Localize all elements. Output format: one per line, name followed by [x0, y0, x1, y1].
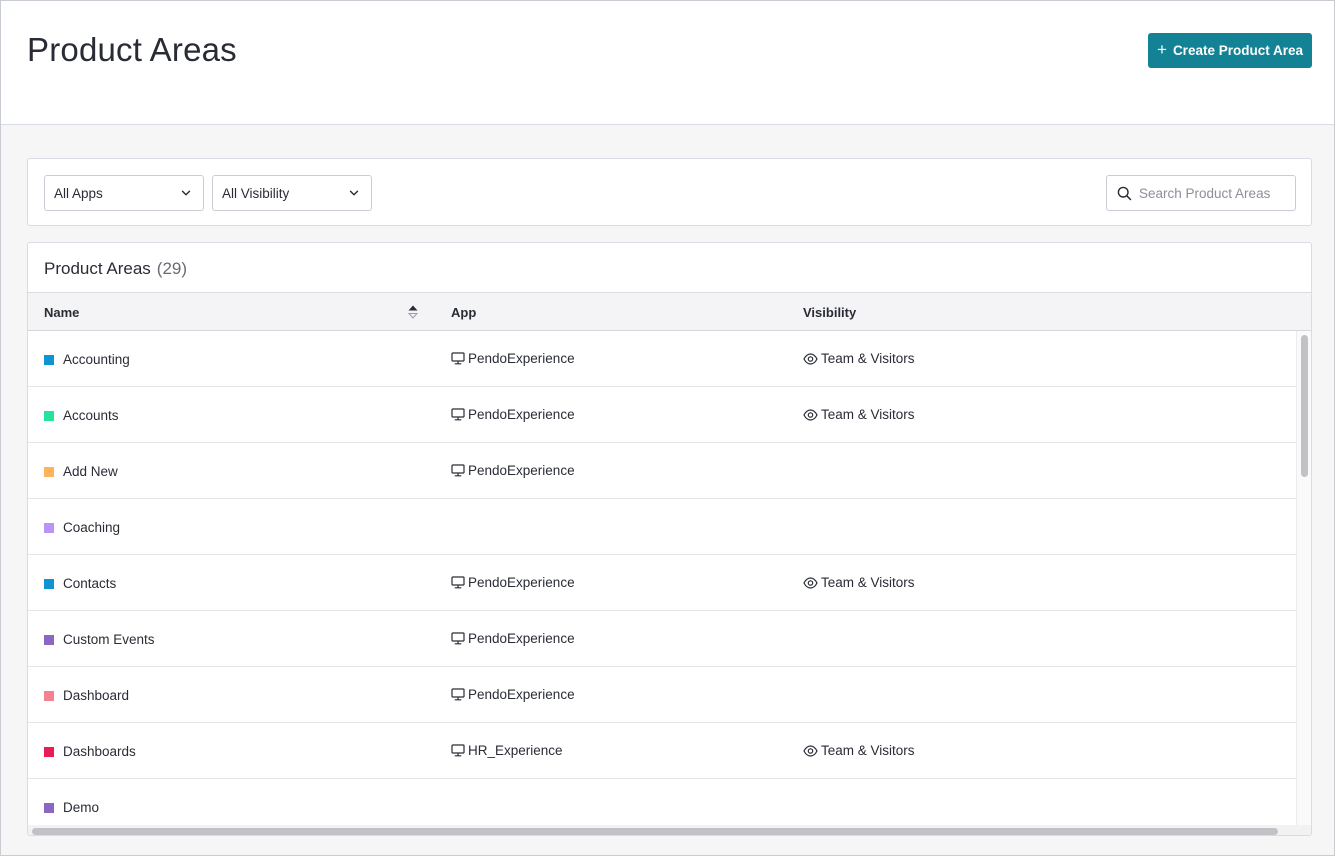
cell-app: PendoExperience	[451, 631, 575, 646]
search-input[interactable]	[1139, 176, 1291, 210]
cell-app: PendoExperience	[451, 687, 575, 702]
plus-icon: +	[1157, 40, 1167, 59]
app-name: PendoExperience	[468, 687, 575, 702]
table-row[interactable]: Demo	[28, 779, 1296, 825]
table-row[interactable]: Add New PendoExperience	[28, 443, 1296, 499]
product-area-name[interactable]: Demo	[63, 800, 99, 815]
monitor-icon	[451, 352, 465, 365]
eye-icon	[803, 744, 818, 757]
table-title-text: Product Areas	[44, 259, 151, 278]
app-frame: Product Areas + Create Product Area All …	[0, 0, 1335, 856]
chevron-down-icon	[349, 190, 359, 196]
cell-name: Dashboards	[44, 744, 136, 759]
cell-name: Coaching	[44, 520, 120, 535]
column-header-visibility[interactable]: Visibility	[803, 305, 856, 320]
cell-app: HR_Experience	[451, 743, 563, 758]
cell-visibility: Team & Visitors	[803, 407, 915, 422]
monitor-icon	[451, 464, 465, 477]
app-filter-value: All Apps	[54, 185, 103, 201]
cell-visibility: Team & Visitors	[803, 351, 915, 366]
column-header-app[interactable]: App	[451, 305, 476, 320]
color-swatch	[44, 466, 54, 477]
search-box	[1106, 175, 1296, 211]
color-swatch	[44, 746, 54, 757]
cell-name: Accounts	[44, 408, 119, 423]
visibility-value: Team & Visitors	[821, 575, 915, 590]
app-name: PendoExperience	[468, 575, 575, 590]
table-header: Name App Visibility	[28, 292, 1311, 331]
table-title: Product Areas (29)	[44, 259, 187, 279]
monitor-icon	[451, 408, 465, 421]
table-row[interactable]: Accounting PendoExperience Team & Visitors	[28, 331, 1296, 387]
monitor-icon	[451, 576, 465, 589]
cell-name: Accounting	[44, 352, 130, 367]
product-area-name[interactable]: Contacts	[63, 576, 116, 591]
search-icon	[1117, 186, 1132, 201]
eye-icon	[803, 352, 818, 365]
horizontal-scrollbar[interactable]	[28, 825, 1311, 835]
table-row[interactable]: Coaching	[28, 499, 1296, 555]
app-filter-dropdown[interactable]: All Apps	[44, 175, 204, 211]
create-product-area-label: Create Product Area	[1172, 43, 1303, 58]
cell-visibility: Team & Visitors	[803, 575, 915, 590]
cell-visibility: Team & Visitors	[803, 743, 915, 758]
app-name: HR_Experience	[468, 743, 563, 758]
table-row[interactable]: Accounts PendoExperience Team & Visitors	[28, 387, 1296, 443]
visibility-filter-dropdown[interactable]: All Visibility	[212, 175, 372, 211]
color-swatch	[44, 802, 54, 813]
product-area-name[interactable]: Dashboard	[63, 688, 129, 703]
cell-app: PendoExperience	[451, 351, 575, 366]
app-name: PendoExperience	[468, 351, 575, 366]
color-swatch	[44, 634, 54, 645]
app-name: PendoExperience	[468, 407, 575, 422]
create-product-area-button[interactable]: + Create Product Area	[1148, 33, 1312, 68]
eye-icon	[803, 576, 818, 589]
table-row[interactable]: Dashboard PendoExperience	[28, 667, 1296, 723]
app-name: PendoExperience	[468, 463, 575, 478]
filter-bar: All Apps All Visibility	[27, 158, 1312, 226]
color-swatch	[44, 522, 54, 533]
monitor-icon	[451, 688, 465, 701]
visibility-value: Team & Visitors	[821, 407, 915, 422]
cell-name: Custom Events	[44, 632, 155, 647]
table-body: Accounting PendoExperience Team & Visitors…	[28, 331, 1296, 825]
table-count: (29)	[156, 259, 188, 278]
column-header-name[interactable]: Name	[44, 305, 79, 320]
cell-name: Demo	[44, 800, 99, 815]
cell-name: Contacts	[44, 576, 116, 591]
monitor-icon	[451, 744, 465, 757]
visibility-filter-value: All Visibility	[222, 185, 290, 201]
visibility-value: Team & Visitors	[821, 743, 915, 758]
cell-name: Add New	[44, 464, 118, 479]
color-swatch	[44, 410, 54, 421]
product-area-name[interactable]: Coaching	[63, 520, 120, 535]
color-swatch	[44, 578, 54, 589]
horizontal-scrollbar-thumb[interactable]	[32, 828, 1278, 835]
cell-app: PendoExperience	[451, 463, 575, 478]
product-area-name[interactable]: Dashboards	[63, 744, 136, 759]
page-header: Product Areas + Create Product Area	[1, 1, 1334, 125]
cell-name: Dashboard	[44, 688, 129, 703]
vertical-scrollbar[interactable]	[1296, 331, 1311, 825]
product-area-name[interactable]: Accounting	[63, 352, 130, 367]
page-title: Product Areas	[27, 31, 237, 68]
table-row[interactable]: Dashboards HR_Experience Team & Visitors	[28, 723, 1296, 779]
product-area-name[interactable]: Accounts	[63, 408, 119, 423]
product-area-name[interactable]: Add New	[63, 464, 118, 479]
cell-app: PendoExperience	[451, 575, 575, 590]
cell-app: PendoExperience	[451, 407, 575, 422]
eye-icon	[803, 408, 818, 421]
product-areas-table-card: Product Areas (29) Name App Visibility Ac…	[27, 242, 1312, 836]
chevron-down-icon	[181, 190, 191, 196]
vertical-scrollbar-thumb[interactable]	[1301, 335, 1308, 477]
product-area-name[interactable]: Custom Events	[63, 632, 155, 647]
table-row[interactable]: Contacts PendoExperience Team & Visitors	[28, 555, 1296, 611]
color-swatch	[44, 354, 54, 365]
table-row[interactable]: Custom Events PendoExperience	[28, 611, 1296, 667]
color-swatch	[44, 690, 54, 701]
app-name: PendoExperience	[468, 631, 575, 646]
visibility-value: Team & Visitors	[821, 351, 915, 366]
sort-icon[interactable]	[407, 303, 419, 321]
monitor-icon	[451, 632, 465, 645]
